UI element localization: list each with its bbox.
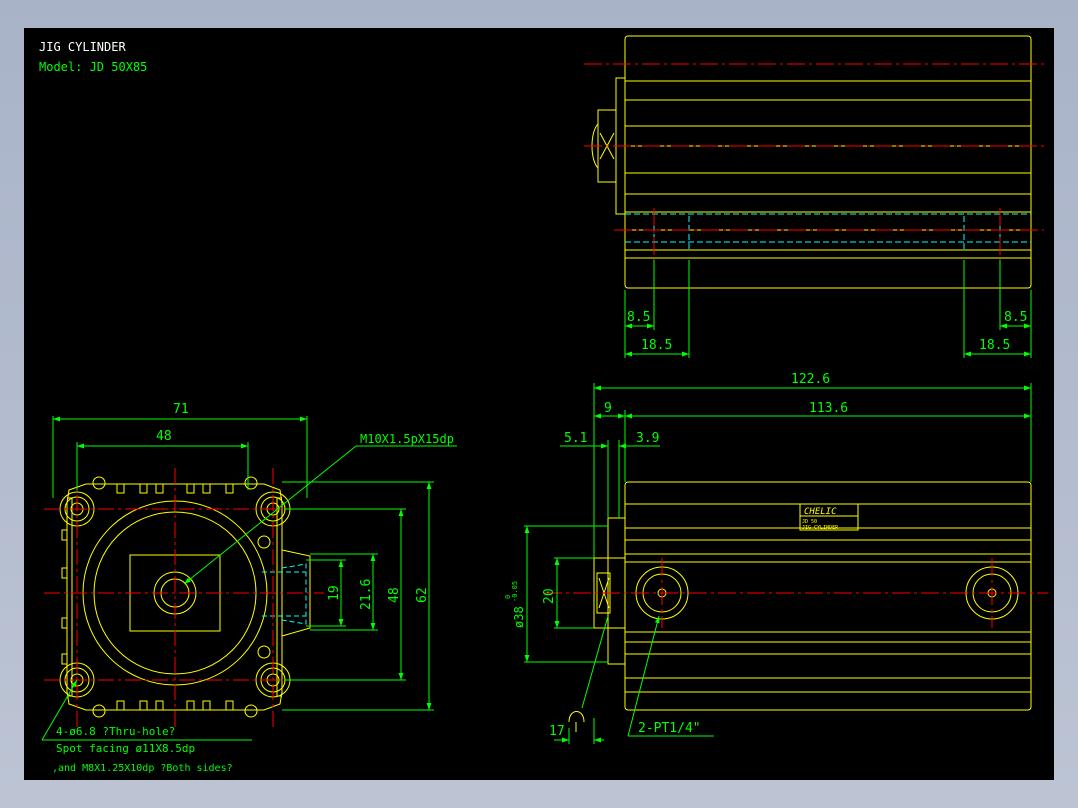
note-holes-line2: Spot facing ø11X8.5dp [56,742,195,755]
note-holes-line3: ,and M8X1.25X10dp ?Both sides? [52,763,233,774]
dim-48-horizontal: 48 [156,429,172,444]
label-plate: CHELIC JD 50 JIG CYLINDER [799,503,859,531]
front-view-dims [41,416,457,741]
title-block: JIG CYLINDER Model: JD 50X85 [39,40,147,74]
top-view-centerlines [584,63,1044,310]
top-view-hidden [625,213,1031,250]
dim-21-6: 21.6 [359,579,374,610]
note-ports: 2-PT1/4" [638,721,701,736]
dim-38-tol-lower: -0.05 [511,581,519,602]
dim-5-1: 5.1 [564,431,587,446]
label-plate-brand: CHELIC [804,507,837,517]
label-plate-line2: JIG CYLINDER [802,525,839,531]
top-view: 8.5 18.5 8.5 18.5 [584,35,1044,358]
drawing-model: Model: JD 50X85 [39,60,147,74]
dim-62: 62 [415,587,430,603]
dim-113-6: 113.6 [809,401,848,416]
side-view-dims [524,383,1032,744]
dim-3-9: 3.9 [636,431,659,446]
dim-19: 19 [327,585,342,601]
dim-20: 20 [542,588,557,604]
dim-17: 17 [549,724,565,739]
dim-38: ø38 [512,606,526,628]
note-holes-line1: 4-ø6.8 ?Thru-hole? [56,725,175,738]
top-view-dims [624,260,1032,358]
dim-71: 71 [173,402,189,417]
dim-122-6: 122.6 [791,372,830,387]
side-view-centerlines [544,558,1048,628]
dim-8-5-left: 8.5 [627,310,650,325]
dim-9: 9 [604,401,612,416]
top-view-outline [591,35,1032,289]
front-view: 71 48 62 48 21.6 19 M10X1.5pX15dp 4-ø6.8… [41,402,457,774]
dim-18-5-right: 18.5 [979,338,1010,353]
dim-18-5-left: 18.5 [641,338,672,353]
drawing-canvas: JIG CYLINDER Model: JD 50X85 8.5 18.5 8.… [24,28,1054,780]
front-view-hidden [262,563,307,625]
dim-48-vertical: 48 [387,587,402,603]
side-view: CHELIC JD 50 JIG CYLINDER 122.6 9 113.6 … [504,372,1048,744]
drawing-title: JIG CYLINDER [39,40,126,54]
note-thread: M10X1.5pX15dp [360,432,454,446]
dim-8-5-right: 8.5 [1004,310,1027,325]
cad-drawing: JIG CYLINDER Model: JD 50X85 8.5 18.5 8.… [39,35,1048,774]
